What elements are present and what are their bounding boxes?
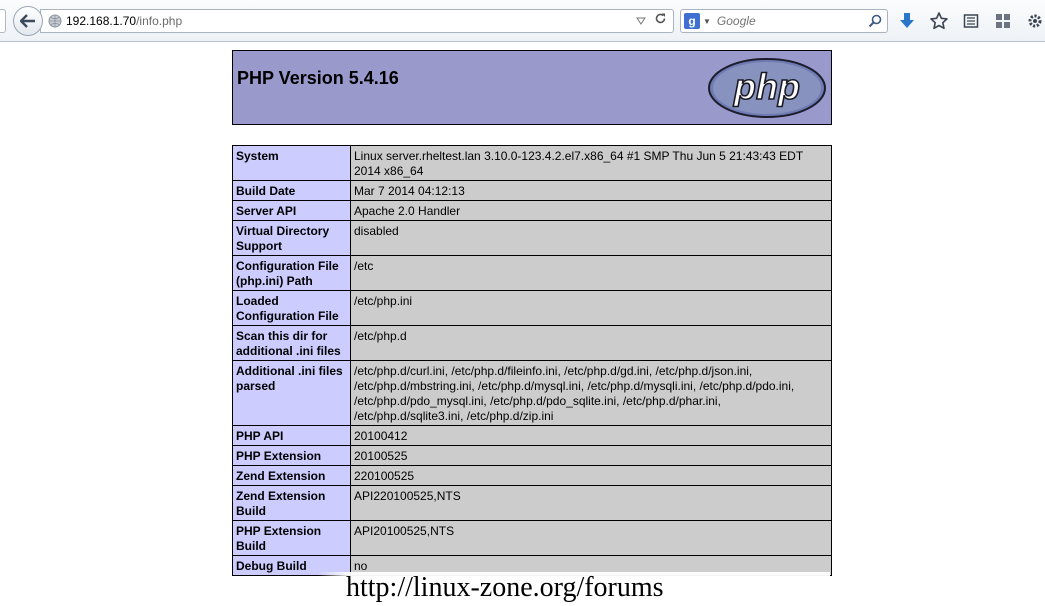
- search-bar[interactable]: g ▼: [680, 9, 888, 33]
- table-row: Zend Extension 220100525: [232, 465, 832, 486]
- table-row: PHP API 20100412: [232, 425, 832, 446]
- url-path: /info.php: [136, 14, 183, 28]
- addon-grid-icon[interactable]: [992, 10, 1014, 32]
- row-value: 220100525: [350, 465, 832, 486]
- row-value: /etc/php.d: [350, 325, 832, 361]
- row-value: /etc: [350, 255, 832, 291]
- row-value: Linux server.rheltest.lan 3.10.0-123.4.2…: [350, 145, 832, 181]
- address-bar[interactable]: 192.168.1.70/info.php: [40, 9, 674, 33]
- info-table: System Linux server.rheltest.lan 3.10.0-1…: [232, 145, 832, 576]
- row-key: Scan this dir for additional .ini files: [232, 325, 351, 361]
- table-row: Build Date Mar 7 2014 04:12:13: [232, 180, 832, 201]
- settings-gear-icon[interactable]: [1024, 10, 1045, 32]
- bookmark-star-icon[interactable]: [928, 10, 950, 32]
- search-icon[interactable]: [868, 14, 882, 28]
- engine-dropdown-icon[interactable]: ▼: [703, 17, 711, 26]
- table-row: PHP Extension Build API20100525,NTS: [232, 520, 832, 556]
- php-logo: php: [708, 58, 826, 118]
- row-key: Virtual Directory Support: [232, 220, 351, 256]
- table-row: Virtual Directory Support disabled: [232, 220, 832, 256]
- row-key: Additional .ini files parsed: [232, 360, 351, 426]
- url-text[interactable]: 192.168.1.70/info.php: [66, 14, 182, 28]
- row-value: Mar 7 2014 04:12:13: [350, 180, 832, 201]
- row-key: Build Date: [232, 180, 351, 201]
- table-row: Loaded Configuration File/etc/php.ini: [232, 290, 832, 326]
- row-key: Zend Extension: [232, 465, 351, 486]
- row-value: 20100525: [350, 445, 832, 466]
- row-key: Configuration File (php.ini) Path: [232, 255, 351, 291]
- phpinfo-content: PHP Version 5.4.16 php System Linux serve…: [232, 50, 832, 576]
- table-row: Server API Apache 2.0 Handler: [232, 200, 832, 221]
- toolbar-edge: [0, 9, 6, 33]
- row-key: System: [232, 145, 351, 181]
- page-title: PHP Version 5.4.16: [237, 68, 399, 88]
- search-input[interactable]: [716, 14, 867, 28]
- row-value: Apache 2.0 Handler: [350, 200, 832, 221]
- info-table-body: System Linux server.rheltest.lan 3.10.0-1…: [232, 145, 832, 576]
- row-key: PHP Extension Build: [232, 520, 351, 556]
- row-value: disabled: [350, 220, 832, 256]
- table-row: Zend Extension Build API220100525,NTS: [232, 485, 832, 521]
- reload-icon[interactable]: [654, 12, 667, 30]
- url-host: 192.168.1.70: [66, 14, 137, 28]
- row-key: PHP API: [232, 425, 351, 446]
- row-key: Zend Extension Build: [232, 485, 351, 521]
- row-value: API20100525,NTS: [350, 520, 832, 556]
- row-value: API220100525,NTS: [350, 485, 832, 521]
- search-engine-icon[interactable]: g: [684, 13, 700, 29]
- row-key: Loaded Configuration File: [232, 290, 351, 326]
- table-row: Additional .ini files parsed/etc/php.d/c…: [232, 360, 832, 426]
- table-row: PHP Extension 20100525: [232, 445, 832, 466]
- watermark: http://linux-zone.org/forums: [318, 572, 830, 604]
- back-button[interactable]: [13, 6, 43, 36]
- row-value: /etc/php.ini: [350, 290, 832, 326]
- row-value: /etc/php.d/curl.ini, /etc/php.d/fileinfo…: [350, 360, 832, 426]
- row-value: 20100412: [350, 425, 832, 446]
- history-dropdown-icon[interactable]: [636, 12, 646, 30]
- php-logo-text: php: [733, 66, 800, 107]
- table-row: Configuration File (php.ini) Path/etc: [232, 255, 832, 291]
- php-version-header: PHP Version 5.4.16 php: [232, 50, 832, 125]
- row-key: Server API: [232, 200, 351, 221]
- table-row: Scan this dir for additional .ini files /…: [232, 325, 832, 361]
- back-arrow-icon: [20, 14, 35, 28]
- watermark-text: http://linux-zone.org/forums: [346, 572, 664, 603]
- download-icon[interactable]: [896, 10, 918, 32]
- row-key: PHP Extension: [232, 445, 351, 466]
- bookmarks-menu-icon[interactable]: [960, 10, 982, 32]
- globe-icon: [48, 14, 62, 28]
- table-row: System Linux server.rheltest.lan 3.10.0-1…: [232, 145, 832, 181]
- browser-toolbar: 192.168.1.70/info.php g ▼: [0, 0, 1045, 42]
